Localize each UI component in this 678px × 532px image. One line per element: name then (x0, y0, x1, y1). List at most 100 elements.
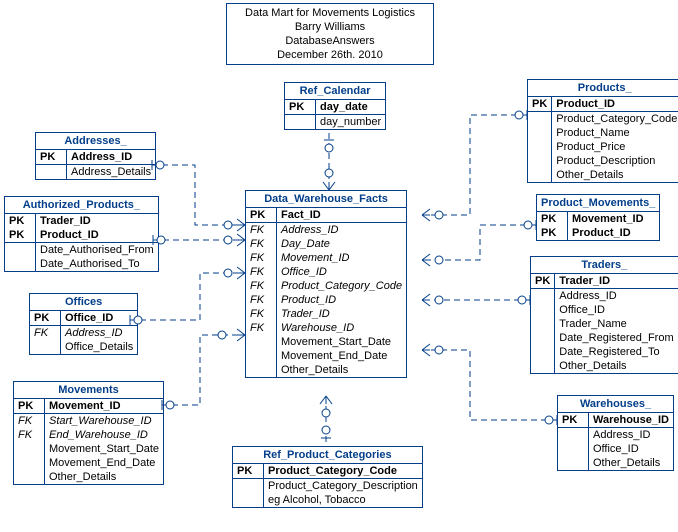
key-indicator: PK (285, 100, 316, 115)
key-indicator: PK (531, 274, 555, 289)
entity-authorized-products: Authorized_Products_ PKTrader_IDPKProduc… (4, 196, 159, 272)
attribute-name: Trader_ID (277, 307, 407, 321)
attribute-name: Other_Details (589, 456, 674, 470)
attribute-name: Product_Category_Code (264, 464, 422, 479)
entity-warehouses: Warehouses_ PKWarehouse_IDAddress_IDOffi… (557, 395, 674, 471)
key-indicator (246, 335, 277, 349)
key-indicator (531, 331, 555, 345)
key-indicator (531, 345, 555, 359)
attribute-name: day_date (316, 100, 386, 115)
entity-header: Data_Warehouse_Facts (246, 191, 406, 208)
attribute-name: Date_Authorised_From (36, 243, 158, 258)
attribute-name: Warehouse_ID (277, 321, 407, 335)
attribute-name: Office_ID (61, 311, 138, 326)
entity-header: Movements (14, 382, 163, 399)
attribute-name: eg Alcohol, Tobacco (264, 493, 422, 507)
attribute-name: Product_ID (568, 226, 660, 240)
key-indicator (528, 154, 552, 168)
key-indicator: FK (246, 251, 277, 265)
attribute-name: day_number (316, 115, 386, 130)
key-indicator: FK (246, 293, 277, 307)
attribute-name: Trader_ID (36, 214, 158, 228)
key-indicator: PK (5, 214, 36, 228)
entity-movements: Movements PKMovement_IDFKStart_Warehouse… (13, 381, 164, 485)
attribute-name: Movement_ID (45, 399, 164, 414)
key-indicator (233, 493, 264, 507)
key-indicator: PK (36, 150, 67, 165)
key-indicator: FK (246, 265, 277, 279)
title-line: Data Mart for Movements Logistics (235, 6, 425, 20)
entity-ref-product-categories: Ref_Product_Categories PKProduct_Categor… (232, 446, 423, 508)
entity-addresses: Addresses_ PKAddress_IDAddress_Details (35, 132, 156, 180)
entity-header: Authorized_Products_ (5, 197, 158, 214)
key-indicator (14, 456, 45, 470)
entity-product-movements: Product_Movements_ PKMovement_IDPKProduc… (536, 194, 660, 241)
key-indicator: FK (246, 223, 277, 238)
attribute-name: Office_ID (589, 442, 674, 456)
key-indicator: PK (528, 97, 552, 112)
attribute-name: Address_ID (67, 150, 156, 165)
attribute-name: Date_Registered_To (555, 345, 678, 359)
entity-products: Products_ PKProduct_IDProduct_Category_C… (527, 79, 678, 183)
key-indicator (5, 257, 36, 271)
key-indicator: FK (14, 428, 45, 442)
attribute-name: Fact_ID (277, 208, 407, 223)
key-indicator (14, 470, 45, 484)
entity-header: Addresses_ (36, 133, 155, 150)
key-indicator (558, 456, 589, 470)
attribute-name: Product_ID (552, 97, 678, 112)
key-indicator: PK (558, 413, 589, 428)
entity-header: Offices (30, 294, 137, 311)
entity-ref-calendar: Ref_Calendar PKday_dateday_number (284, 82, 386, 130)
key-indicator (5, 243, 36, 258)
entity-header: Ref_Product_Categories (233, 447, 422, 464)
attribute-name: Office_ID (555, 303, 678, 317)
attribute-name: Product_Price (552, 140, 678, 154)
attribute-name: Movement_End_Date (45, 456, 164, 470)
key-indicator: FK (14, 414, 45, 429)
key-indicator (246, 363, 277, 377)
key-indicator: PK (246, 208, 277, 223)
title-line: December 26th. 2010 (235, 48, 425, 62)
key-indicator: PK (14, 399, 45, 414)
key-indicator: PK (537, 212, 568, 226)
attribute-name: Date_Registered_From (555, 331, 678, 345)
attribute-name: Movement_Start_Date (45, 442, 164, 456)
attribute-name: Product_ID (277, 293, 407, 307)
attribute-name: Address_Details (67, 165, 156, 180)
title-line: Barry Williams (235, 20, 425, 34)
key-indicator: PK (233, 464, 264, 479)
entity-data-warehouse-facts: Data_Warehouse_Facts PKFact_IDFKAddress_… (245, 190, 407, 378)
key-indicator (30, 340, 61, 354)
entity-offices: Offices PKOffice_IDFKAddress_IDOffice_De… (29, 293, 138, 355)
attribute-name: Office_Details (61, 340, 138, 354)
key-indicator: FK (246, 321, 277, 335)
attribute-name: Product_Category_Description (264, 479, 422, 494)
diagram-title: Data Mart for Movements Logistics Barry … (226, 3, 434, 65)
key-indicator: PK (30, 311, 61, 326)
attribute-name: Trader_Name (555, 317, 678, 331)
attribute-name: Trader_ID (555, 274, 678, 289)
key-indicator (531, 317, 555, 331)
entity-header: Warehouses_ (558, 396, 673, 413)
key-indicator (528, 126, 552, 140)
attribute-name: Warehouse_ID (589, 413, 674, 428)
attribute-name: Address_ID (61, 326, 138, 341)
key-indicator (233, 479, 264, 494)
attribute-name: Product_Name (552, 126, 678, 140)
attribute-name: Other_Details (555, 359, 678, 373)
attribute-name: End_Warehouse_ID (45, 428, 164, 442)
key-indicator (531, 303, 555, 317)
entity-header: Product_Movements_ (537, 195, 659, 212)
attribute-name: Address_ID (589, 428, 674, 443)
attribute-name: Day_Date (277, 237, 407, 251)
key-indicator (528, 140, 552, 154)
key-indicator: FK (246, 307, 277, 321)
attribute-name: Start_Warehouse_ID (45, 414, 164, 429)
attribute-name: Address_ID (277, 223, 407, 238)
attribute-name: Movement_ID (568, 212, 660, 226)
key-indicator (531, 289, 555, 304)
entity-traders: Traders_ PKTrader_IDAddress_IDOffice_IDT… (530, 256, 678, 374)
key-indicator (246, 349, 277, 363)
attribute-name: Product_Category_Code (552, 112, 678, 127)
